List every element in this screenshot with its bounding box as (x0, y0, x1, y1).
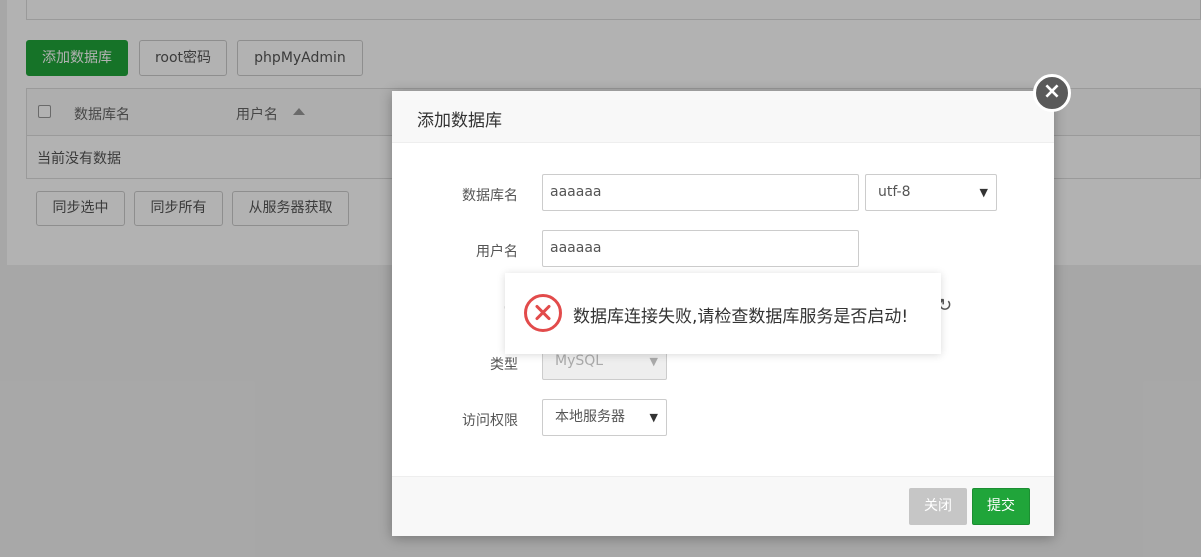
modal-footer: 关闭 提交 (392, 476, 1054, 536)
username-label: 用户名 (476, 244, 518, 260)
modal-title: 添加数据库 (417, 111, 502, 131)
access-label: 访问权限 (462, 413, 518, 429)
charset-select-value: utf-8 (878, 184, 911, 200)
access-select-value: 本地服务器 (555, 409, 625, 425)
close-icon[interactable]: × (1033, 74, 1071, 112)
access-select[interactable]: 本地服务器 ▼ (542, 399, 667, 436)
type-label: 类型 (490, 357, 518, 373)
type-select-value: MySQL (555, 353, 604, 369)
chevron-down-icon: ▼ (979, 186, 988, 199)
modal-header: 添加数据库 (392, 91, 1054, 143)
close-button[interactable]: 关闭 (909, 488, 967, 525)
error-circle-icon (524, 294, 562, 332)
charset-select[interactable]: utf-8 ▼ (865, 174, 997, 211)
username-input[interactable]: aaaaaa (542, 230, 859, 267)
error-toast: 数据库连接失败,请检查数据库服务是否启动! (505, 273, 941, 354)
toast-message: 数据库连接失败,请检查数据库服务是否启动! (573, 307, 909, 327)
chevron-down-icon: ▼ (649, 411, 658, 424)
password-label: 密 (392, 297, 518, 317)
db-name-input[interactable]: aaaaaa (542, 174, 859, 211)
db-name-label: 数据库名 (462, 188, 518, 204)
submit-button[interactable]: 提交 (972, 488, 1030, 525)
